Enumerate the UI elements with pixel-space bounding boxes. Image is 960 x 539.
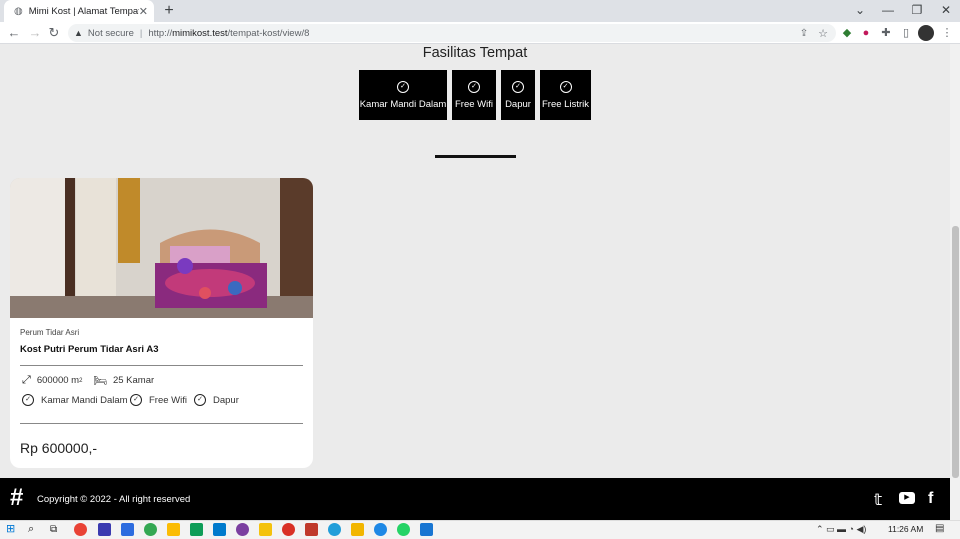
facility-label: Free Wifi — [455, 98, 493, 110]
room-photo[interactable] — [10, 178, 313, 318]
url-scheme: http:// — [148, 27, 173, 39]
twitter-icon[interactable]: 𝕥 — [874, 490, 882, 510]
whatsapp-taskbar-icon[interactable] — [397, 523, 410, 536]
check-circle-icon: ✓ — [397, 80, 409, 93]
size-value: 600000 m — [36, 375, 80, 386]
share-icon[interactable]: ⇪ — [800, 28, 808, 39]
facility-item: ✓ Dapur — [501, 70, 535, 120]
scrollbar-thumb[interactable] — [952, 226, 959, 478]
card-divider — [20, 423, 303, 424]
forward-icon[interactable]: → — [26, 22, 44, 44]
copyright-text: Copyright © 2022 - All right reserved — [37, 494, 191, 505]
kost-card[interactable]: Perum Tidar Asri Kost Putri Perum Tidar … — [10, 178, 313, 468]
feature-item: ✓ Free Wifi — [130, 394, 187, 406]
separator: | — [139, 27, 143, 39]
facebook-icon[interactable]: f — [928, 490, 933, 508]
close-tab-icon[interactable]: ✕ — [139, 5, 148, 18]
extensions-puzzle-icon[interactable]: ✚ — [877, 24, 895, 42]
feature-item: ✓ Kamar Mandi Dalam — [22, 394, 128, 406]
card-area-name: Perum Tidar Asri — [20, 328, 80, 337]
rooms-value: 25 Kamar — [112, 375, 155, 386]
url-path: /tempat-kost/view/8 — [227, 27, 310, 39]
address-bar[interactable]: ▲ Not secure | http://mimikost.test/temp… — [68, 24, 836, 42]
maximize-button[interactable]: ❐ — [902, 0, 932, 22]
side-panel-icon[interactable]: ▯ — [897, 24, 915, 42]
extension-color-icon[interactable]: ● — [857, 24, 875, 42]
section-divider — [435, 155, 516, 158]
size-unit-sup: 2 — [79, 377, 83, 384]
check-circle-icon: ✓ — [22, 394, 34, 406]
feature-item: ✓ Dapur — [194, 394, 239, 406]
profile-avatar[interactable] — [918, 25, 934, 41]
check-circle-icon: ✓ — [559, 80, 572, 93]
facility-item: ✓ Free Wifi — [452, 70, 496, 120]
warning-icon: ▲ — [74, 28, 83, 38]
app-taskbar-icon[interactable] — [305, 523, 318, 536]
close-window-button[interactable]: ✕ — [931, 0, 960, 22]
back-icon[interactable]: ← — [5, 22, 23, 44]
app-taskbar-icon[interactable] — [259, 523, 272, 536]
browser-tab[interactable]: ◍ Mimi Kost | Alamat Tempat Kost ✕ — [4, 0, 154, 22]
bed-icon: 🛏 — [93, 375, 107, 387]
feature-label: Dapur — [213, 394, 239, 406]
globe-icon: ◍ — [14, 5, 23, 17]
app-taskbar-icon[interactable] — [98, 523, 111, 536]
extension-green-icon[interactable]: ◆ — [838, 24, 856, 42]
new-tab-button[interactable]: + — [160, 2, 178, 20]
site-footer: # Copyright © 2022 - All right reserved … — [0, 478, 950, 520]
check-circle-icon: ✓ — [468, 80, 480, 93]
taskbar-clock[interactable]: 11:26 AM — [888, 524, 923, 534]
rooms-info: 🛏 25 Kamar — [93, 374, 154, 387]
url-host: mimikost.test — [172, 27, 228, 39]
check-circle-icon: ✓ — [194, 394, 206, 406]
app-taskbar-icon[interactable] — [190, 523, 203, 536]
reload-icon[interactable]: ↻ — [45, 22, 63, 44]
expand-icon: ⤢ — [22, 374, 31, 386]
tray-icons[interactable]: ⌃ ▭ ▬ ◔ ◀) — [816, 524, 866, 535]
card-price: Rp 600000,- — [20, 440, 98, 456]
check-circle-icon: ✓ — [512, 80, 524, 93]
notification-icon[interactable]: ▤ — [935, 523, 944, 534]
bookmark-star-icon[interactable]: ☆ — [818, 27, 828, 40]
card-title[interactable]: Kost Putri Perum Tidar Asri A3 — [20, 344, 159, 355]
card-divider — [20, 365, 303, 366]
feature-label: Kamar Mandi Dalam — [41, 394, 128, 406]
minimize-button[interactable]: — — [873, 0, 903, 22]
vscode-taskbar-icon[interactable] — [213, 523, 226, 536]
youtube-icon[interactable]: ▶ — [899, 492, 915, 504]
feature-label: Free Wifi — [149, 394, 187, 406]
app-taskbar-icon[interactable] — [144, 523, 157, 536]
drive-taskbar-icon[interactable] — [167, 523, 180, 536]
tab-title: Mimi Kost | Alamat Tempat Kost — [28, 5, 139, 17]
task-view-icon[interactable]: ⧉ — [50, 523, 63, 536]
browser-menu-icon[interactable]: ⋮ — [938, 24, 956, 42]
start-icon[interactable]: ⊞ — [6, 523, 19, 536]
facility-label: Free Listrik — [542, 98, 589, 110]
app-taskbar-icon[interactable] — [374, 523, 387, 536]
facility-label: Dapur — [505, 98, 531, 110]
explorer-taskbar-icon[interactable] — [351, 523, 364, 536]
chrome-taskbar-icon[interactable] — [74, 523, 87, 536]
size-info: ⤢ 600000 m2 — [22, 374, 82, 387]
facility-label: Kamar Mandi Dalam — [359, 98, 447, 110]
app-taskbar-icon[interactable] — [420, 523, 433, 536]
app-taskbar-icon[interactable] — [121, 523, 134, 536]
search-icon[interactable]: ⌕ — [28, 523, 41, 536]
facility-item: ✓ Free Listrik — [540, 70, 591, 120]
check-circle-icon: ✓ — [130, 394, 142, 406]
app-taskbar-icon[interactable] — [236, 523, 249, 536]
facility-item: ✓ Kamar Mandi Dalam — [359, 70, 447, 120]
facilities-heading: Fasilitas Tempat — [422, 45, 528, 61]
telegram-taskbar-icon[interactable] — [328, 523, 341, 536]
security-label: Not secure — [87, 27, 134, 39]
hashtag-logo-icon: # — [10, 484, 24, 511]
tab-search-icon[interactable]: ⌄ — [845, 0, 875, 22]
app-taskbar-icon[interactable] — [282, 523, 295, 536]
